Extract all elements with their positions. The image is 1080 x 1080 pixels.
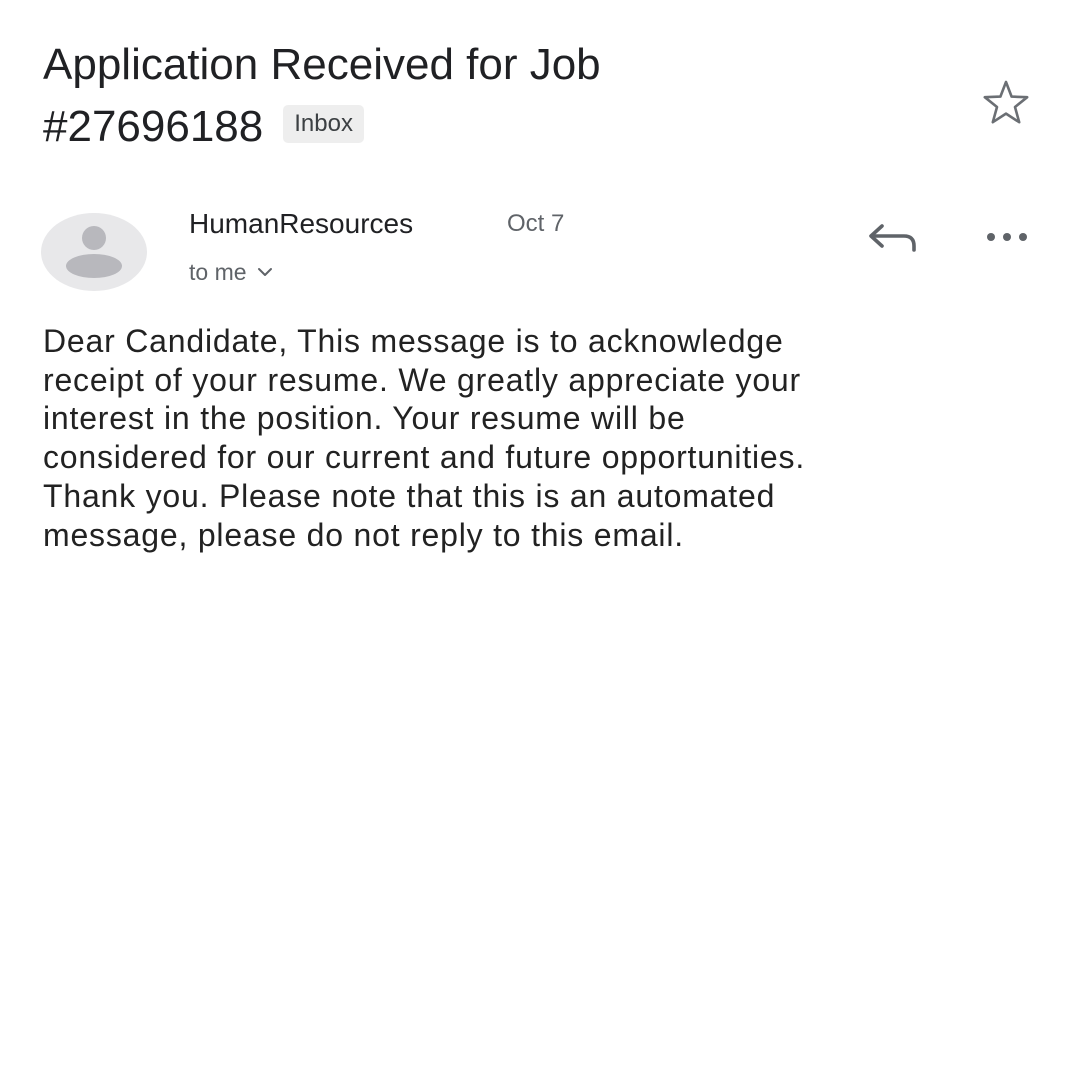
more-horizontal-icon [987, 233, 1027, 241]
body-line: Thank you. Please note that this is an a… [43, 477, 776, 514]
chevron-down-icon [257, 268, 272, 276]
person-icon [66, 226, 122, 278]
body-line: message, please do not reply to this ema… [43, 516, 684, 553]
subject-job-number: #27696188 [43, 102, 264, 151]
body-line: receipt of your resume. We greatly appre… [43, 361, 801, 398]
inbox-label-chip[interactable]: Inbox [283, 105, 364, 144]
recipient-details-toggle[interactable]: to me [189, 257, 273, 287]
sent-date: Oct 7 [507, 210, 565, 237]
body-line: interest in the position. Your resume wi… [43, 400, 686, 437]
subject-line-1: Application Received for Job [43, 40, 601, 89]
reply-icon [869, 224, 916, 252]
reply-button[interactable] [862, 214, 922, 260]
star-button[interactable] [978, 78, 1034, 128]
star-outline-icon [983, 80, 1029, 124]
more-options-button[interactable] [978, 218, 1036, 256]
email-view: Application Received for Job #27696188 In… [0, 0, 1080, 1080]
sender-name[interactable]: HumanResources [189, 208, 413, 240]
subject-line-2: #27696188 Inbox [43, 96, 943, 158]
body-line: Dear Candidate, This message is to ackno… [43, 323, 784, 359]
email-subject: Application Received for Job #27696188 In… [43, 34, 943, 158]
recipient-text: to me [189, 258, 247, 285]
sender-avatar[interactable] [41, 213, 147, 291]
body-line: considered for our current and future op… [43, 439, 806, 476]
message-body: Dear Candidate, This message is to ackno… [43, 322, 1053, 554]
